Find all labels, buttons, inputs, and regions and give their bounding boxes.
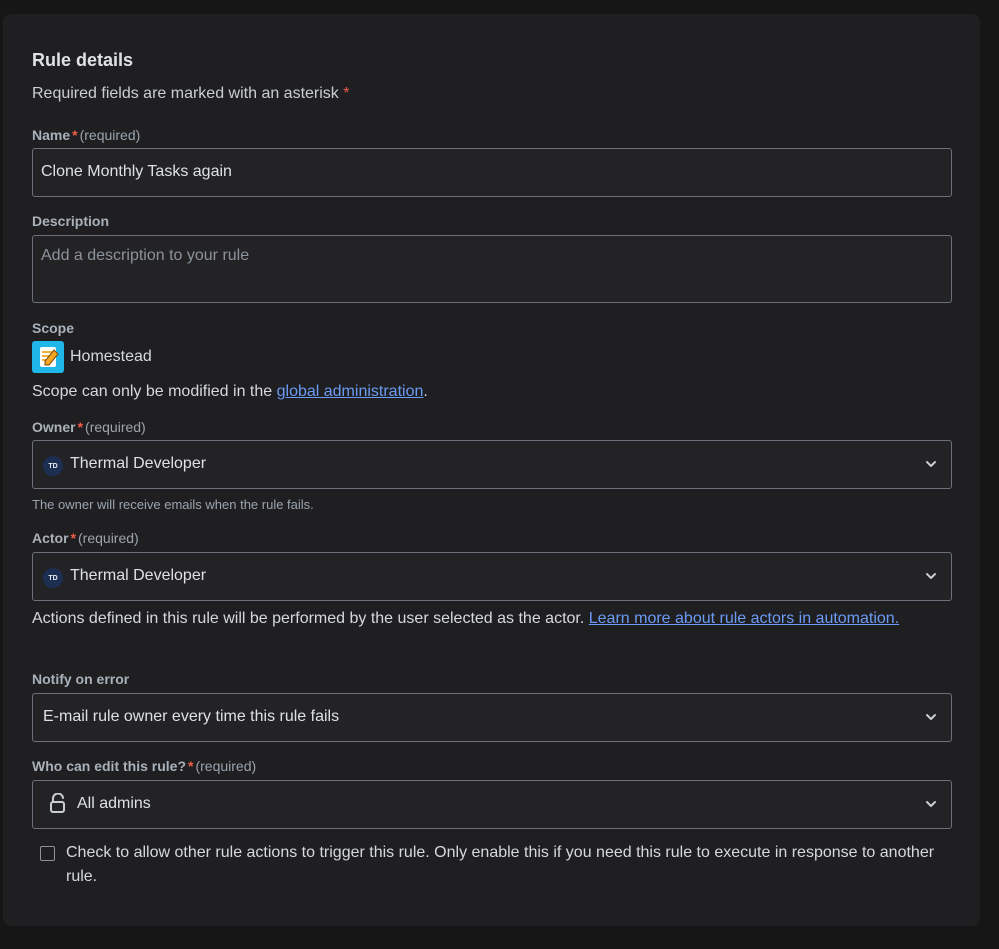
scope-note-text: Scope can only be modified in the — [32, 383, 273, 400]
chevron-down-icon — [926, 714, 936, 720]
actor-label: Actor * (required) — [32, 530, 139, 546]
required-asterisk: * — [343, 85, 350, 102]
edit-required-text: (required) — [195, 758, 257, 774]
required-note-text: Required fields are marked with an aster… — [32, 85, 339, 102]
actor-helper-text: Actions defined in this rule will be per… — [32, 610, 585, 627]
edit-permission-label: Who can edit this rule? * (required) — [32, 758, 256, 774]
rule-details-panel: Rule details Required fields are marked … — [3, 14, 980, 926]
edit-permission-label-text: Who can edit this rule? — [32, 758, 187, 774]
actor-avatar: TD — [43, 568, 63, 588]
name-required-star: * — [72, 127, 78, 143]
edit-required-star: * — [188, 758, 194, 774]
name-label: Name * (required) — [32, 127, 140, 143]
allow-rule-trigger-checkbox[interactable] — [40, 846, 55, 861]
owner-label-text: Owner — [32, 419, 76, 435]
owner-required-star: * — [77, 419, 84, 435]
actor-required-star: * — [70, 530, 77, 546]
notepad-icon — [32, 341, 64, 373]
owner-avatar: TD — [43, 456, 63, 476]
edit-permission-value: All admins — [77, 795, 151, 812]
required-note: Required fields are marked with an aster… — [32, 85, 350, 103]
chevron-down-icon — [926, 573, 936, 579]
notify-select-value: E-mail rule owner every time this rule f… — [43, 708, 340, 725]
owner-label: Owner * (required) — [32, 419, 146, 435]
owner-select[interactable]: TD Thermal Developer — [32, 440, 952, 489]
actor-select[interactable]: TD Thermal Developer — [32, 552, 952, 601]
name-required-text: (required) — [79, 127, 141, 143]
scope-note: Scope can only be modified in the global… — [32, 380, 428, 404]
scope-label: Scope — [32, 320, 75, 336]
description-textarea[interactable]: Add a description to your rule — [32, 235, 952, 303]
chevron-down-icon — [926, 461, 936, 467]
unlock-icon — [50, 793, 65, 813]
name-input[interactable]: Clone Monthly Tasks again — [32, 148, 952, 197]
notify-select[interactable]: E-mail rule owner every time this rule f… — [32, 693, 952, 742]
owner-select-value: Thermal Developer — [70, 455, 207, 472]
rule-actors-learn-more-link[interactable]: Learn more about rule actors in automati… — [589, 610, 899, 627]
name-input-value: Clone Monthly Tasks again — [41, 163, 232, 180]
chevron-down-icon — [926, 801, 936, 807]
description-placeholder: Add a description to your rule — [41, 247, 250, 264]
global-administration-link[interactable]: global administration — [277, 383, 424, 400]
name-label-text: Name — [32, 127, 71, 143]
scope-note-suffix: . — [423, 383, 428, 400]
actor-select-value: Thermal Developer — [70, 567, 207, 584]
owner-required-text: (required) — [85, 419, 146, 435]
description-label: Description — [32, 213, 110, 229]
actor-required-text: (required) — [78, 530, 139, 546]
owner-helper-text: The owner will receive emails when the r… — [32, 497, 314, 512]
scope-project-name: Homestead — [70, 348, 152, 365]
actor-helper: Actions defined in this rule will be per… — [32, 607, 932, 631]
allow-rule-trigger-label[interactable]: Check to allow other rule actions to tri… — [66, 841, 946, 889]
edit-permission-select[interactable]: All admins — [32, 780, 952, 829]
notify-label: Notify on error — [32, 671, 130, 687]
panel-title: Rule details — [32, 50, 134, 70]
actor-label-text: Actor — [32, 530, 69, 546]
